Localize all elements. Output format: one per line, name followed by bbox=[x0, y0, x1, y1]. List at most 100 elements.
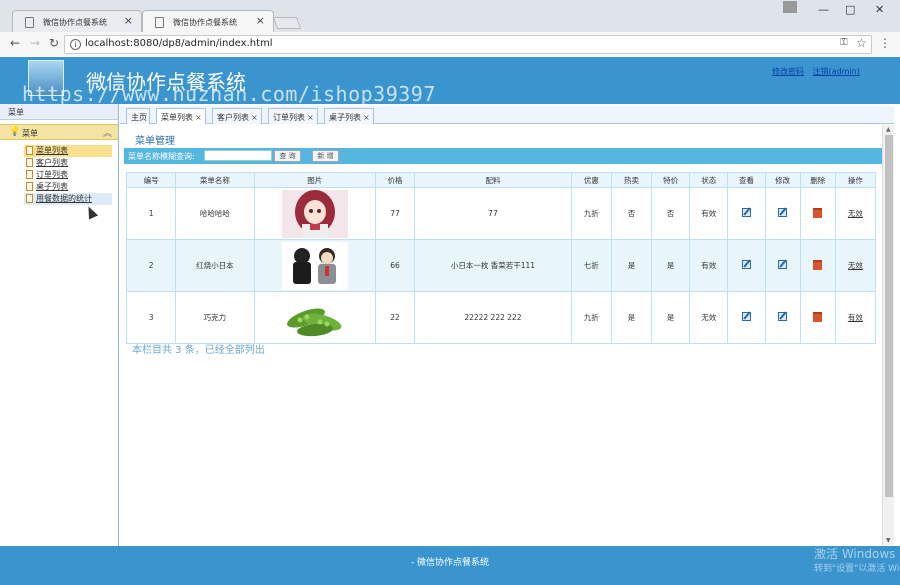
key-icon[interactable]: ⚿ bbox=[840, 37, 848, 48]
bookmark-star-icon[interactable]: ☆ bbox=[856, 36, 867, 50]
cell-delete[interactable] bbox=[799, 187, 836, 240]
close-window-button[interactable]: ✕ bbox=[875, 3, 884, 16]
sidebar-item-customer-list[interactable]: 客户列表 bbox=[24, 157, 112, 169]
reload-icon[interactable]: ↻ bbox=[49, 36, 59, 50]
column-header: 热卖 bbox=[610, 172, 653, 188]
close-tab-icon[interactable]: × bbox=[256, 14, 265, 27]
tab-home[interactable]: 主页 bbox=[126, 108, 150, 124]
sidebar-item-label: 客户列表 bbox=[36, 158, 68, 167]
search-input[interactable] bbox=[204, 150, 272, 161]
sidebar-item-order-list[interactable]: 订单列表 bbox=[24, 169, 112, 181]
tab-order-list[interactable]: 订单列表 × bbox=[268, 108, 318, 124]
cell-view[interactable] bbox=[727, 291, 766, 344]
tab-table-list[interactable]: 桌子列表 × bbox=[324, 108, 374, 124]
view-icon[interactable] bbox=[741, 208, 751, 217]
footer-text: - 微信协作点餐系统 bbox=[410, 558, 490, 568]
edit-icon[interactable] bbox=[778, 208, 788, 217]
column-header: 优惠 bbox=[570, 172, 612, 188]
add-button[interactable]: 新 增 bbox=[312, 150, 339, 162]
cell-view[interactable] bbox=[727, 187, 766, 240]
view-icon[interactable] bbox=[741, 260, 751, 269]
column-header: 编号 bbox=[125, 172, 177, 188]
cell-action[interactable]: 无效 bbox=[834, 187, 877, 240]
total-count-text: 本栏目共 3 条，已经全部列出 bbox=[132, 345, 265, 356]
tab-customer-list[interactable]: 客户列表 × bbox=[212, 108, 262, 124]
logout-link[interactable]: 注销(admin) bbox=[813, 67, 860, 76]
cartoon-characters-image bbox=[281, 241, 348, 290]
tab-menu-list[interactable]: 菜单列表 × bbox=[156, 108, 206, 124]
cell-edit[interactable] bbox=[764, 291, 801, 344]
toggle-status-link[interactable]: 无效 bbox=[848, 261, 863, 270]
sidebar-item-table-list[interactable]: 桌子列表 bbox=[24, 181, 112, 193]
cell-action[interactable]: 有效 bbox=[834, 291, 877, 344]
sidebar-item-menu-list[interactable]: 菜单列表 bbox=[24, 145, 112, 157]
sidebar-group-menu[interactable]: 💡 菜单 ︽ bbox=[0, 124, 118, 140]
cell-price: 22 bbox=[374, 291, 416, 344]
menu-dots-icon[interactable]: ⋮ bbox=[879, 36, 891, 50]
document-icon bbox=[26, 158, 33, 167]
vertical-scrollbar[interactable]: ▲ ▼ bbox=[882, 125, 894, 545]
url-input[interactable]: i localhost:8080/dp8/admin/index.html bbox=[64, 35, 872, 54]
cell-image bbox=[253, 291, 376, 344]
edit-icon[interactable] bbox=[778, 260, 788, 269]
lightbulb-icon: 💡 bbox=[9, 127, 21, 137]
cell-name: 巧克力 bbox=[175, 291, 255, 344]
scroll-up-icon[interactable]: ▲ bbox=[886, 126, 891, 133]
trash-icon[interactable] bbox=[813, 207, 823, 218]
column-header: 特价 bbox=[651, 172, 691, 188]
close-icon[interactable]: × bbox=[307, 113, 314, 122]
browser-tab-title: 微信协作点餐系统 bbox=[173, 18, 237, 27]
top-links: 修改密码 注销(admin) bbox=[772, 66, 866, 77]
new-tab-button[interactable] bbox=[272, 17, 302, 29]
forward-arrow-icon[interactable]: → bbox=[30, 36, 40, 50]
scroll-down-icon[interactable]: ▼ bbox=[886, 537, 891, 544]
cell-view[interactable] bbox=[727, 239, 766, 292]
close-icon[interactable]: × bbox=[363, 113, 370, 122]
close-icon[interactable]: × bbox=[251, 113, 258, 122]
search-label: 菜单名称模糊查询: bbox=[128, 152, 195, 161]
cell-delete[interactable] bbox=[799, 239, 836, 292]
activation-subtitle: 转到"设置"以激活 Windows。 bbox=[814, 564, 900, 574]
browser-chrome: 微信协作点餐系统 × 微信协作点餐系统 × — □ ✕ ← → ↻ i loca… bbox=[0, 0, 900, 56]
cell-delete[interactable] bbox=[799, 291, 836, 344]
profile-icon[interactable] bbox=[783, 1, 797, 13]
close-icon[interactable]: × bbox=[195, 113, 202, 122]
scrollbar-thumb[interactable] bbox=[885, 135, 893, 497]
cell-status: 有效 bbox=[689, 187, 729, 240]
toggle-status-link[interactable]: 无效 bbox=[848, 209, 863, 218]
maximize-button[interactable]: □ bbox=[845, 3, 855, 16]
sidebar-group-label: 菜单 bbox=[22, 129, 38, 138]
sidebar-item-dining-stats[interactable]: 用餐数据的统计 bbox=[24, 193, 112, 205]
query-button[interactable]: 查 询 bbox=[274, 150, 301, 162]
back-arrow-icon[interactable]: ← bbox=[10, 36, 20, 50]
column-header: 菜单名称 bbox=[175, 172, 255, 188]
info-icon[interactable]: i bbox=[70, 39, 81, 50]
tab-label: 主页 bbox=[131, 113, 147, 122]
collapse-icon[interactable]: ︽ bbox=[103, 126, 112, 139]
edit-icon[interactable] bbox=[778, 312, 788, 321]
page-icon bbox=[25, 17, 34, 28]
close-tab-icon[interactable]: × bbox=[124, 14, 133, 27]
cell-ingredients: 小日本一枚 香菜若干111 bbox=[414, 239, 572, 292]
column-header: 价格 bbox=[374, 172, 416, 188]
cell-edit[interactable] bbox=[764, 187, 801, 240]
change-password-link[interactable]: 修改密码 bbox=[772, 67, 804, 76]
trash-icon[interactable] bbox=[813, 311, 823, 322]
cell-edit[interactable] bbox=[764, 239, 801, 292]
view-icon[interactable] bbox=[741, 312, 751, 321]
browser-tab-2[interactable]: 微信协作点餐系统 × bbox=[142, 10, 274, 32]
menu-table: 编号 菜单名称 图片 价格 配料 优惠 热卖 特价 状态 查看 修改 删除 操作… bbox=[125, 172, 877, 344]
browser-tab-1[interactable]: 微信协作点餐系统 × bbox=[12, 10, 142, 32]
toggle-status-link[interactable]: 有效 bbox=[848, 313, 863, 322]
cell-name: 红烧小日本 bbox=[175, 239, 255, 292]
minimize-button[interactable]: — bbox=[818, 3, 829, 16]
search-bar: 菜单名称模糊查询: 查 询 新 增 bbox=[124, 148, 882, 164]
tab-label: 菜单列表 bbox=[161, 113, 193, 122]
cell-action[interactable]: 无效 bbox=[834, 239, 877, 292]
table-row: 2 红烧小日本 66 小日本一枚 香菜若干111 七折 是 是 有效 无效 bbox=[125, 239, 877, 292]
trash-icon[interactable] bbox=[813, 259, 823, 270]
cell-special: 是 bbox=[651, 291, 691, 344]
sidebar-header: 菜单 bbox=[0, 104, 118, 120]
table-row: 3 巧克力 22 22222 222 222 九折 是 是 无效 有效 bbox=[125, 291, 877, 344]
column-header: 查看 bbox=[727, 172, 766, 188]
